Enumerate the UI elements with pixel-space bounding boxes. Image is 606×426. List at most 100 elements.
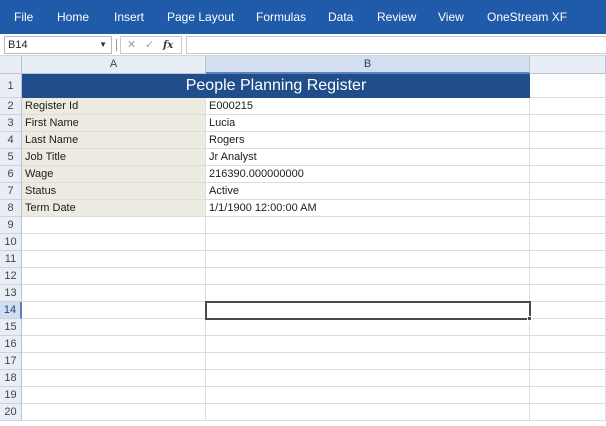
label-register-id[interactable]: Register Id <box>22 98 206 115</box>
row-header-11[interactable]: 11 <box>0 251 22 268</box>
cell-a10[interactable] <box>22 234 206 251</box>
cell-c11[interactable] <box>530 251 606 268</box>
column-header-b[interactable]: B <box>206 56 530 74</box>
value-first-name[interactable]: Lucia <box>206 115 530 132</box>
insert-function-icon[interactable]: fx <box>163 37 173 54</box>
cell-c6[interactable] <box>530 166 606 183</box>
row-header-8[interactable]: 8 <box>0 200 22 217</box>
menu-review[interactable]: Review <box>377 0 416 34</box>
cell-a11[interactable] <box>22 251 206 268</box>
cell-c14[interactable] <box>530 302 606 319</box>
menu-formulas[interactable]: Formulas <box>256 0 306 34</box>
menu-insert[interactable]: Insert <box>114 0 144 34</box>
register-title[interactable]: People Planning Register <box>22 74 530 98</box>
cancel-icon[interactable]: ✕ <box>127 37 136 54</box>
cell-c18[interactable] <box>530 370 606 387</box>
cell-a17[interactable] <box>22 353 206 370</box>
row-header-16[interactable]: 16 <box>0 336 22 353</box>
cell-b16[interactable] <box>206 336 530 353</box>
value-register-id[interactable]: E000215 <box>206 98 530 115</box>
menu-home[interactable]: Home <box>57 0 89 34</box>
cell-a15[interactable] <box>22 319 206 336</box>
cell-c17[interactable] <box>530 353 606 370</box>
chevron-down-icon[interactable]: ▼ <box>99 37 107 53</box>
cell-c4[interactable] <box>530 132 606 149</box>
cell-c3[interactable] <box>530 115 606 132</box>
cell-b18[interactable] <box>206 370 530 387</box>
label-wage[interactable]: Wage <box>22 166 206 183</box>
fill-handle[interactable] <box>527 316 532 321</box>
row-header-14[interactable]: 14 <box>0 302 22 319</box>
cell-a19[interactable] <box>22 387 206 404</box>
column-header-a[interactable]: A <box>22 56 206 74</box>
cell-c2[interactable] <box>530 98 606 115</box>
value-term-date[interactable]: 1/1/1900 12:00:00 AM <box>206 200 530 217</box>
cell-c1[interactable] <box>530 74 606 98</box>
row-header-17[interactable]: 17 <box>0 353 22 370</box>
label-first-name[interactable]: First Name <box>22 115 206 132</box>
row-header-20[interactable]: 20 <box>0 404 22 421</box>
active-cell-selection[interactable] <box>205 301 531 320</box>
cell-c9[interactable] <box>530 217 606 234</box>
row-header-13[interactable]: 13 <box>0 285 22 302</box>
cell-b10[interactable] <box>206 234 530 251</box>
label-status[interactable]: Status <box>22 183 206 200</box>
row-header-5[interactable]: 5 <box>0 149 22 166</box>
cell-a14[interactable] <box>22 302 206 319</box>
cell-b13[interactable] <box>206 285 530 302</box>
cell-a9[interactable] <box>22 217 206 234</box>
label-last-name[interactable]: Last Name <box>22 132 206 149</box>
cell-b20[interactable] <box>206 404 530 421</box>
cell-c13[interactable] <box>530 285 606 302</box>
value-wage[interactable]: 216390.000000000 <box>206 166 530 183</box>
formula-buttons: ✕ ✓ fx <box>120 36 182 54</box>
menu-file[interactable]: File <box>14 0 33 34</box>
row-header-3[interactable]: 3 <box>0 115 22 132</box>
column-header-c[interactable] <box>530 56 606 74</box>
name-box[interactable]: B14 ▼ <box>4 36 112 54</box>
row-header-4[interactable]: 4 <box>0 132 22 149</box>
menu-data[interactable]: Data <box>328 0 353 34</box>
cell-c12[interactable] <box>530 268 606 285</box>
select-all-corner[interactable] <box>0 56 22 74</box>
cell-c16[interactable] <box>530 336 606 353</box>
cell-a18[interactable] <box>22 370 206 387</box>
menu-onestream-xf[interactable]: OneStream XF <box>487 0 567 34</box>
cell-b15[interactable] <box>206 319 530 336</box>
cell-c10[interactable] <box>530 234 606 251</box>
row-header-6[interactable]: 6 <box>0 166 22 183</box>
cell-b12[interactable] <box>206 268 530 285</box>
cell-b9[interactable] <box>206 217 530 234</box>
row-header-10[interactable]: 10 <box>0 234 22 251</box>
row-header-12[interactable]: 12 <box>0 268 22 285</box>
cell-a13[interactable] <box>22 285 206 302</box>
cell-a16[interactable] <box>22 336 206 353</box>
value-last-name[interactable]: Rogers <box>206 132 530 149</box>
row-header-2[interactable]: 2 <box>0 98 22 115</box>
cell-b11[interactable] <box>206 251 530 268</box>
row-header-9[interactable]: 9 <box>0 217 22 234</box>
cell-a20[interactable] <box>22 404 206 421</box>
row-header-7[interactable]: 7 <box>0 183 22 200</box>
cell-b19[interactable] <box>206 387 530 404</box>
menu-view[interactable]: View <box>438 0 464 34</box>
cell-c7[interactable] <box>530 183 606 200</box>
enter-check-icon[interactable]: ✓ <box>145 37 154 54</box>
value-status[interactable]: Active <box>206 183 530 200</box>
row-header-19[interactable]: 19 <box>0 387 22 404</box>
row-header-15[interactable]: 15 <box>0 319 22 336</box>
row-header-1[interactable]: 1 <box>0 74 22 98</box>
cell-c20[interactable] <box>530 404 606 421</box>
cell-c5[interactable] <box>530 149 606 166</box>
label-term-date[interactable]: Term Date <box>22 200 206 217</box>
cell-b17[interactable] <box>206 353 530 370</box>
cell-c8[interactable] <box>530 200 606 217</box>
value-job-title[interactable]: Jr Analyst <box>206 149 530 166</box>
label-job-title[interactable]: Job Title <box>22 149 206 166</box>
menu-page-layout[interactable]: Page Layout <box>167 0 234 34</box>
cell-c19[interactable] <box>530 387 606 404</box>
cell-c15[interactable] <box>530 319 606 336</box>
row-header-18[interactable]: 18 <box>0 370 22 387</box>
cell-a12[interactable] <box>22 268 206 285</box>
formula-input[interactable] <box>186 36 606 54</box>
